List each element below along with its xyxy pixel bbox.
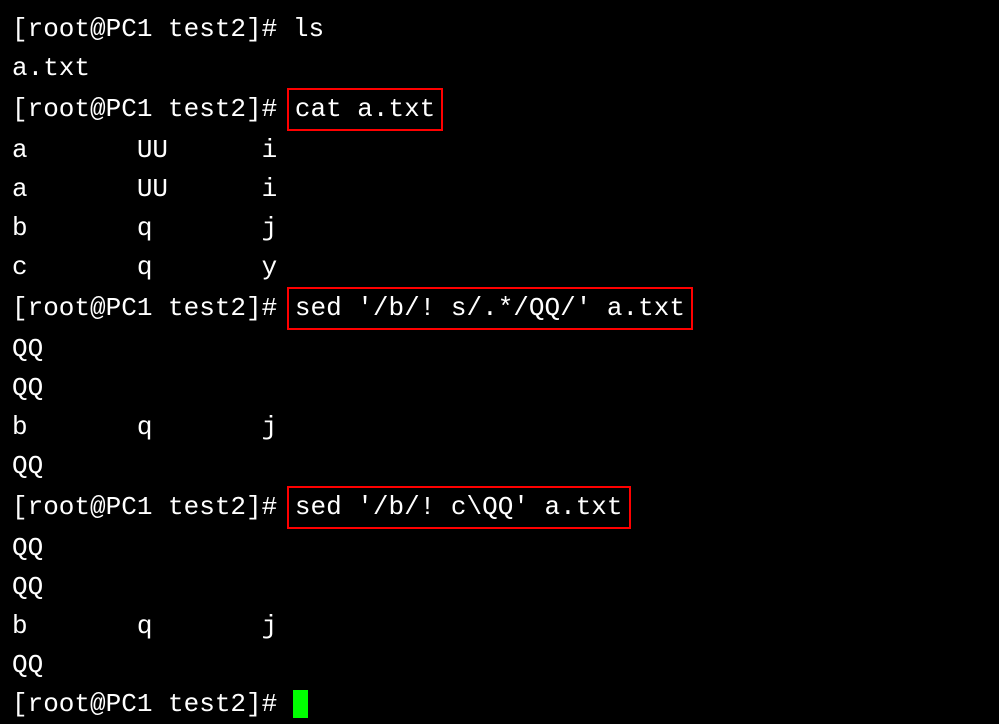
shell-prompt: [root@PC1 test2]# (12, 14, 293, 44)
output-line: b q j (12, 209, 987, 248)
terminal-line: [root@PC1 test2]# sed '/b/! s/.*/QQ/' a.… (12, 287, 987, 330)
command-ls: ls (293, 14, 324, 44)
shell-prompt: [root@PC1 test2]# (12, 492, 293, 522)
output-line: QQ (12, 529, 987, 568)
output-line: QQ (12, 568, 987, 607)
output-line: a UU i (12, 170, 987, 209)
output-line: QQ (12, 330, 987, 369)
terminal-line: [root@PC1 test2]# sed '/b/! c\QQ' a.txt (12, 486, 987, 529)
terminal-line: [root@PC1 test2]# cat a.txt (12, 88, 987, 131)
highlighted-command-sed-c: sed '/b/! c\QQ' a.txt (287, 486, 631, 529)
output-line: QQ (12, 369, 987, 408)
highlighted-command-cat: cat a.txt (287, 88, 443, 131)
output-line: b q j (12, 607, 987, 646)
output-line: QQ (12, 646, 987, 685)
terminal-line: [root@PC1 test2]# ls (12, 10, 987, 49)
highlighted-command-sed-s: sed '/b/! s/.*/QQ/' a.txt (287, 287, 693, 330)
shell-prompt: [root@PC1 test2]# (12, 689, 293, 719)
cursor-block (293, 690, 308, 718)
output-line: a.txt (12, 49, 987, 88)
output-line: QQ (12, 447, 987, 486)
output-line: c q y (12, 248, 987, 287)
output-line: b q j (12, 408, 987, 447)
terminal-line[interactable]: [root@PC1 test2]# (12, 685, 987, 724)
shell-prompt: [root@PC1 test2]# (12, 293, 293, 323)
shell-prompt: [root@PC1 test2]# (12, 94, 293, 124)
output-line: a UU i (12, 131, 987, 170)
